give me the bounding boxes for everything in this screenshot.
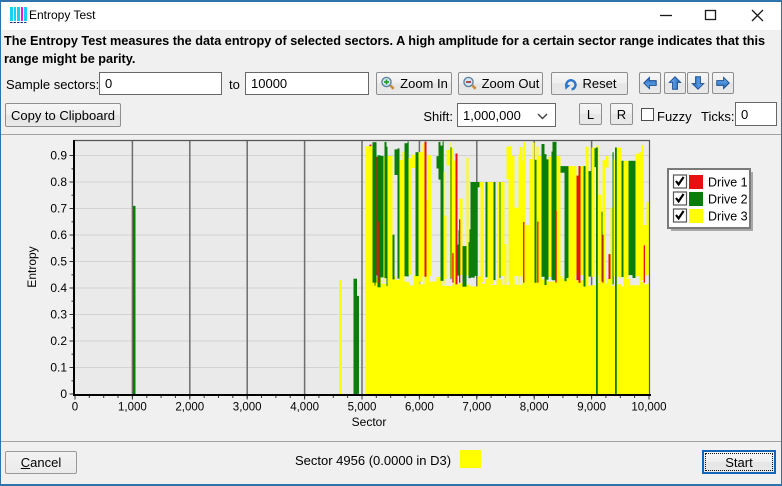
svg-text:5,000: 5,000: [348, 402, 377, 414]
svg-text:0.6: 0.6: [50, 228, 67, 242]
svg-text:8,000: 8,000: [520, 402, 549, 414]
svg-text:7,000: 7,000: [462, 402, 491, 414]
svg-text:0.2: 0.2: [50, 334, 67, 348]
svg-text:Drive 2: Drive 2: [708, 193, 748, 207]
svg-text:10,000: 10,000: [631, 402, 666, 414]
svg-text:0: 0: [60, 387, 67, 401]
svg-text:Sector: Sector: [352, 415, 387, 429]
svg-text:0.5: 0.5: [50, 255, 67, 269]
svg-text:6,000: 6,000: [405, 402, 434, 414]
svg-text:0.9: 0.9: [50, 149, 67, 163]
svg-text:0.3: 0.3: [50, 308, 67, 322]
svg-text:Entropy: Entropy: [25, 246, 39, 287]
svg-text:3,000: 3,000: [233, 402, 262, 414]
svg-text:0.7: 0.7: [50, 202, 67, 216]
svg-text:0: 0: [72, 402, 78, 414]
svg-text:0.8: 0.8: [50, 175, 67, 189]
svg-text:1,000: 1,000: [118, 402, 147, 414]
svg-text:9,000: 9,000: [577, 402, 606, 414]
svg-text:0.1: 0.1: [50, 361, 67, 375]
svg-text:Drive 3: Drive 3: [708, 210, 748, 224]
svg-text:0.4: 0.4: [50, 281, 67, 295]
svg-text:4,000: 4,000: [290, 402, 319, 414]
svg-text:Drive 1: Drive 1: [708, 176, 748, 190]
svg-text:2,000: 2,000: [175, 402, 204, 414]
